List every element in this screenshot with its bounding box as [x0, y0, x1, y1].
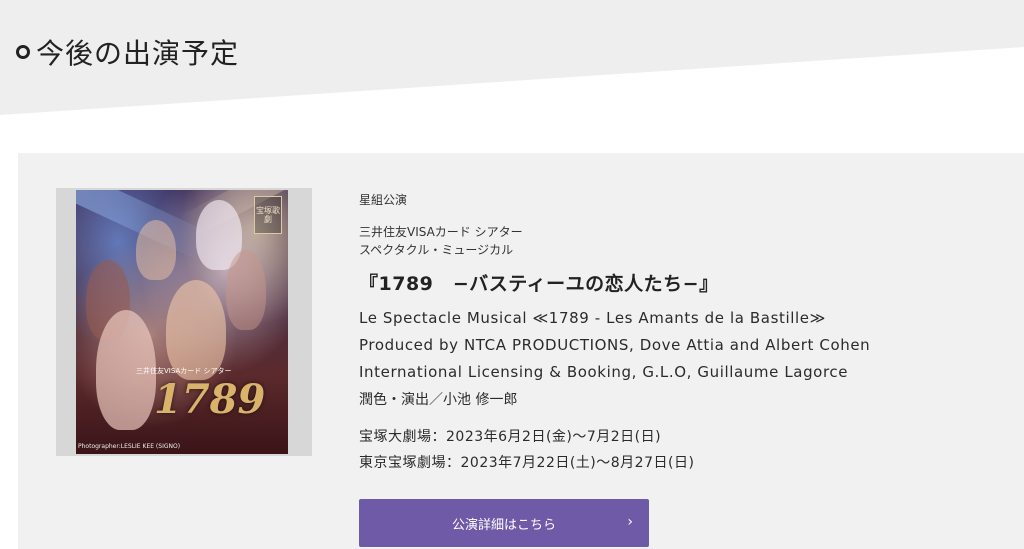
poster-photo-credit: Photographer:LESLIE KEE (SIGNO): [78, 443, 181, 450]
sponsor-label: 三井住友VISAカード シアター: [359, 225, 523, 239]
poster-figure: [136, 220, 176, 280]
poster-figure: [166, 280, 226, 380]
credit-line: Produced by NTCA PRODUCTIONS, Dove Attia…: [359, 336, 871, 354]
performance-title: 『1789 −バスティーユの恋人たち−』: [359, 273, 719, 295]
troupe-label: 星組公演: [359, 193, 408, 207]
schedule-item: 東京宝塚劇場：2023年7月22日(土)〜8月27日(日): [359, 455, 695, 471]
performance-details-button[interactable]: 公演詳細はこちら ›: [359, 499, 649, 547]
troupe-crest: 宝塚歌劇: [254, 196, 282, 234]
genre-label: スペクタクル・ミュージカル: [359, 243, 514, 257]
poster-sponsor: 三井住友VISAカード シアター: [136, 367, 232, 375]
poster-figure: [226, 250, 266, 330]
section-title: 今後の出演予定: [36, 37, 240, 70]
poster-title: 1789: [154, 376, 266, 423]
credit-line: International Licensing & Booking, G.L.O…: [359, 363, 849, 381]
section-heading: 今後の出演予定: [16, 30, 239, 74]
crest-text: 宝塚歌劇: [256, 206, 280, 224]
details-button-label: 公演詳細はこちら: [451, 517, 556, 533]
chevron-right-icon: ›: [627, 514, 633, 530]
circle-bullet-icon: [16, 45, 30, 59]
performance-poster[interactable]: 宝塚歌劇 三井住友VISAカード シアター 1789 Photographer:…: [76, 190, 288, 454]
staff-credit: 潤色・演出／小池 修一郎: [359, 392, 518, 408]
performance-card: 宝塚歌劇 三井住友VISAカード シアター 1789 Photographer:…: [18, 153, 1024, 549]
credit-line: Le Spectacle Musical ≪1789 - Les Amants …: [359, 309, 826, 327]
poster-frame[interactable]: 宝塚歌劇 三井住友VISAカード シアター 1789 Photographer:…: [56, 188, 312, 456]
schedule-item: 宝塚大劇場：2023年6月2日(金)〜7月2日(日): [359, 429, 662, 445]
